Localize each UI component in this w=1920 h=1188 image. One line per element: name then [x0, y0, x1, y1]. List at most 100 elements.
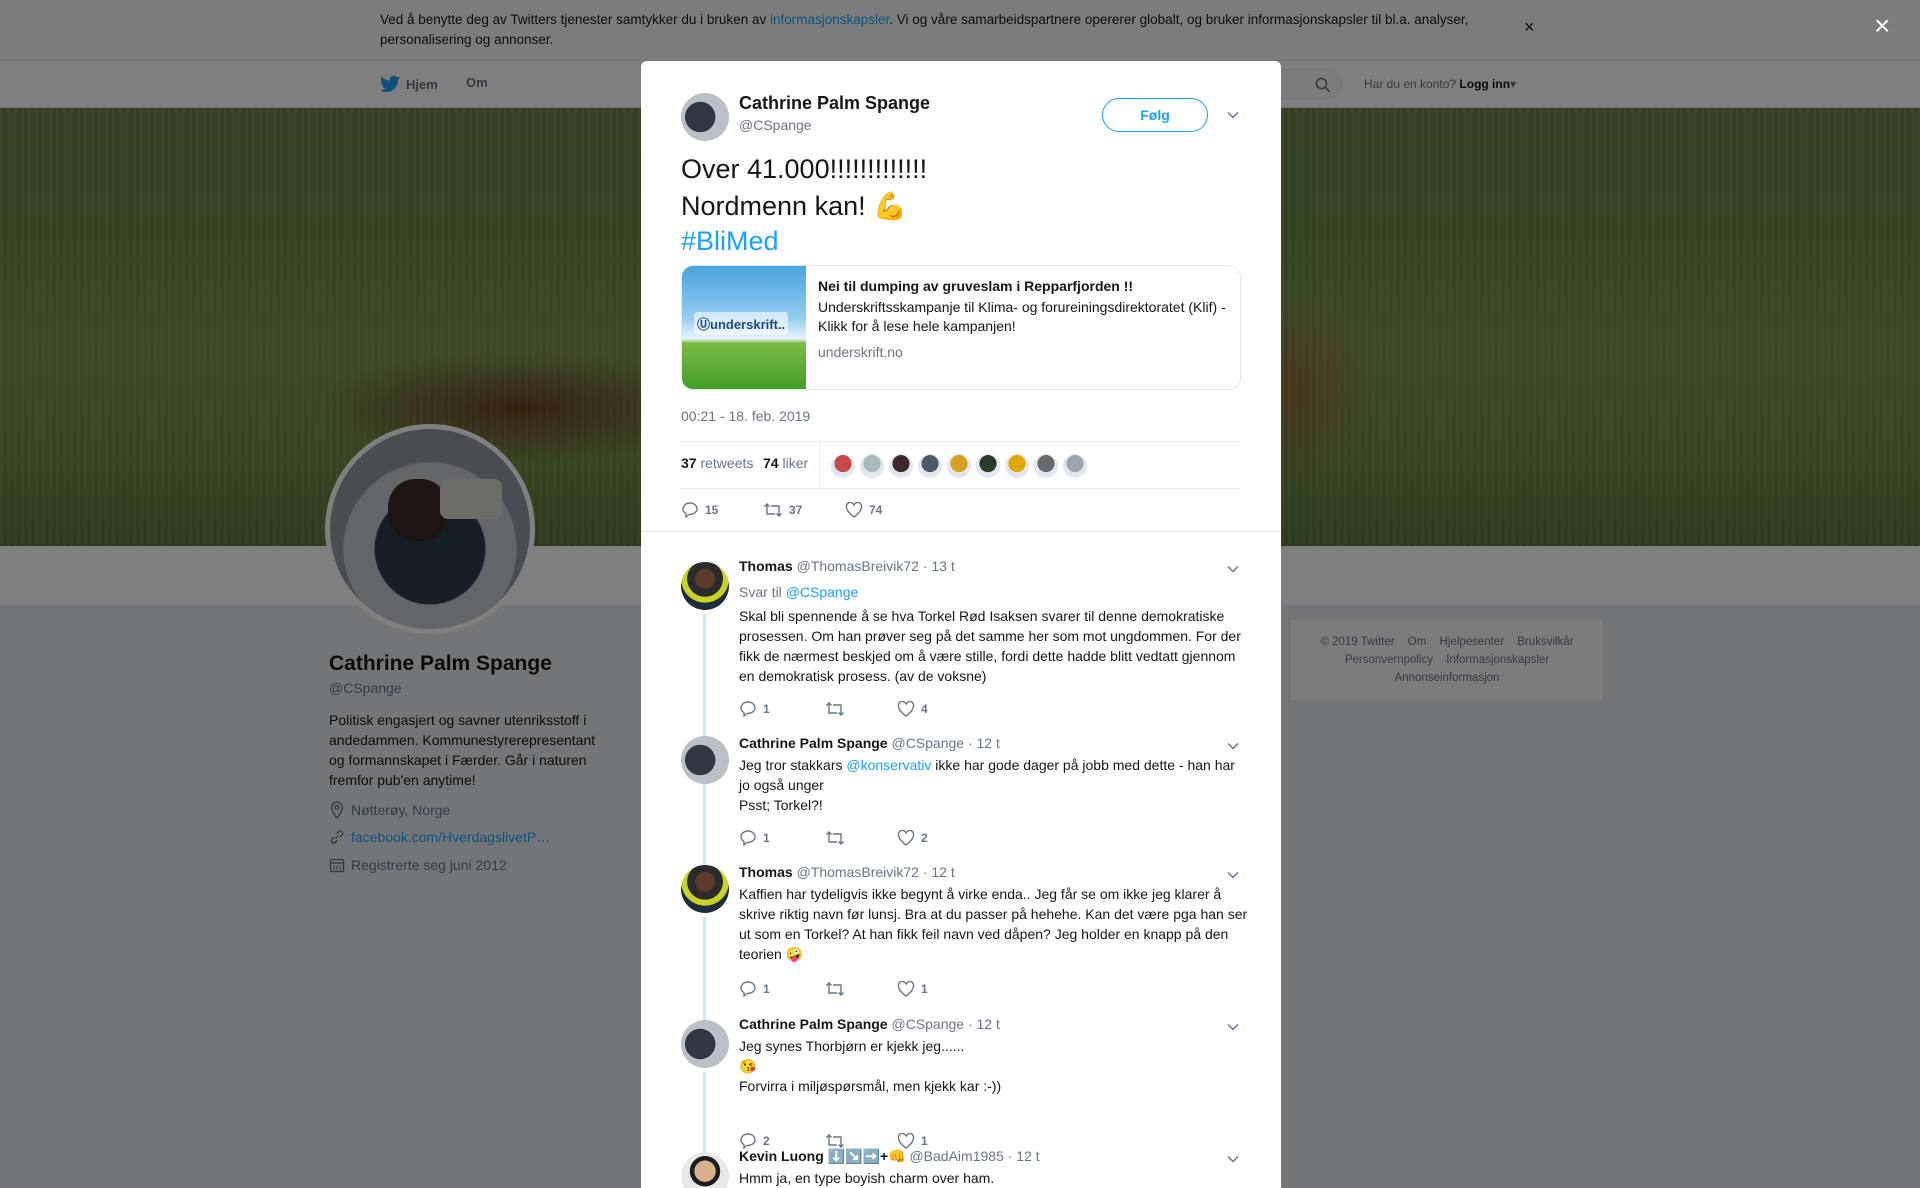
reply-avatar[interactable]: [681, 562, 729, 610]
reply-author-name[interactable]: Thomas: [739, 864, 793, 880]
liker-avatar[interactable]: [831, 454, 855, 478]
liker-avatar[interactable]: [918, 454, 942, 478]
liker-avatar[interactable]: [1034, 454, 1058, 478]
reply-author-name[interactable]: Kevin Luong ⬇️↘️➡️+👊: [739, 1148, 906, 1164]
chevron-down-icon[interactable]: [1226, 1152, 1240, 1166]
reply-icon: [740, 830, 756, 847]
heart-icon: [897, 701, 915, 717]
mention-link[interactable]: @CSpange: [786, 584, 859, 600]
reply-count: 15: [705, 503, 719, 517]
chevron-down-icon[interactable]: [1226, 1020, 1240, 1034]
thread-line: [703, 788, 706, 866]
reply-text: Jeg synes Thorbjørn er kjekk jeg...... 😘…: [739, 1036, 1249, 1096]
reply-time[interactable]: · 12 t: [1008, 1148, 1040, 1164]
reply-avatar[interactable]: [681, 736, 729, 784]
liker-avatar[interactable]: [1063, 454, 1087, 478]
like-count: 2: [921, 831, 928, 845]
reply-text: Hmm ja, en type boyish charm over ham.: [739, 1170, 995, 1186]
reply-text-before: Jeg tror stakkars: [739, 757, 847, 773]
chevron-down-icon[interactable]: [1226, 108, 1240, 122]
reply-header: Cathrine Palm Spange @CSpange · 12 t: [739, 735, 1000, 751]
reply-avatar[interactable]: [681, 865, 729, 913]
chevron-down-icon[interactable]: [1226, 739, 1240, 753]
heart-icon: [897, 1133, 915, 1149]
tweet-author-avatar[interactable]: [681, 93, 729, 141]
like-action[interactable]: 74: [845, 502, 882, 518]
reply-text: Skal bli spennende å se hva Torkel Rød I…: [739, 608, 1241, 684]
reply-count: 1: [763, 702, 770, 716]
retweet-action[interactable]: [825, 981, 897, 997]
retweet-icon: [826, 982, 844, 996]
reply-text-line-1: Jeg synes Thorbjørn er kjekk jeg......: [739, 1038, 965, 1054]
reply-author-handle[interactable]: @ThomasBreivik72: [797, 864, 919, 880]
reply-to-line: Svar til @CSpange: [739, 582, 1249, 602]
reply-text-line-3: Forvirra i miljøspørsmål, men kjekk kar …: [739, 1078, 1002, 1094]
reply-to-label: Svar til: [739, 584, 786, 600]
tweet-author-handle[interactable]: @CSpange: [739, 117, 812, 133]
like-count: 4: [921, 702, 928, 716]
follow-button[interactable]: Følg: [1102, 98, 1208, 132]
retweet-action[interactable]: 37: [763, 502, 845, 518]
like-count: 1: [921, 982, 928, 996]
reply-header: Thomas @ThomasBreivik72 · 13 t: [739, 558, 955, 574]
reply-time[interactable]: · 12 t: [923, 864, 955, 880]
reply-time[interactable]: · 13 t: [923, 558, 955, 574]
tweet-timestamp[interactable]: 00:21 - 18. feb. 2019: [681, 408, 810, 424]
chevron-down-icon[interactable]: [1226, 868, 1240, 882]
liker-avatar[interactable]: [860, 454, 884, 478]
likes-count: 74: [763, 455, 779, 471]
reply-header: Kevin Luong ⬇️↘️➡️+👊 @BadAim1985 · 12 t: [739, 1148, 1040, 1165]
liker-avatar[interactable]: [1005, 454, 1029, 478]
close-icon[interactable]: ×: [1874, 10, 1890, 42]
reply-avatar[interactable]: [681, 1152, 729, 1188]
reply-avatar[interactable]: [681, 1020, 729, 1068]
reply-author-handle[interactable]: @CSpange: [891, 1016, 964, 1032]
retweet-action[interactable]: [825, 1133, 897, 1149]
retweets-label: retweets: [700, 455, 754, 471]
chevron-down-icon[interactable]: [1226, 562, 1240, 576]
like-count: 74: [869, 503, 883, 517]
retweet-icon: [826, 831, 844, 845]
like-action[interactable]: 1: [897, 981, 928, 997]
liker-avatar[interactable]: [976, 454, 1000, 478]
liker-avatar[interactable]: [889, 454, 913, 478]
reply-action[interactable]: 1: [739, 980, 825, 998]
thread-line: [703, 917, 706, 1023]
tweet-line-2: Nordmenn kan! 💪: [681, 191, 907, 221]
like-action[interactable]: 1: [897, 1133, 928, 1149]
tweet-modal: Cathrine Palm Spange @CSpange Følg Over …: [641, 61, 1281, 1188]
link-card[interactable]: Ⓤunderskrift.. Nei til dumping av gruves…: [681, 265, 1241, 390]
likes-stat[interactable]: 74 liker: [763, 455, 808, 471]
reply-icon: [682, 502, 698, 519]
reply-actions: 1 1: [739, 980, 928, 998]
mention-link[interactable]: @konservativ: [846, 757, 931, 773]
reply-count: 2: [763, 1134, 770, 1148]
reply-action[interactable]: 1: [739, 829, 825, 847]
reply-author-handle[interactable]: @BadAim1985: [909, 1148, 1003, 1164]
tweet-author-name[interactable]: Cathrine Palm Spange: [739, 93, 930, 114]
reply-text-line-2: Psst; Torkel?!: [739, 797, 823, 813]
reply-icon: [740, 981, 756, 998]
retweet-action[interactable]: [825, 701, 897, 717]
reply-action[interactable]: 1: [739, 700, 825, 718]
reply-author-handle[interactable]: @ThomasBreivik72: [797, 558, 919, 574]
retweet-action[interactable]: [825, 830, 897, 846]
reply-author-handle[interactable]: @CSpange: [891, 735, 964, 751]
like-action[interactable]: 4: [897, 701, 928, 717]
hashtag-link[interactable]: #BliMed: [681, 225, 927, 257]
retweets-stat[interactable]: 37 retweets: [681, 455, 753, 471]
reply-action[interactable]: 15: [681, 501, 763, 519]
liker-avatars: [831, 454, 1087, 478]
liker-avatar[interactable]: [947, 454, 971, 478]
reply-time[interactable]: · 12 t: [968, 735, 1000, 751]
retweet-count: 37: [789, 503, 803, 517]
card-domain: underskrift.no: [818, 344, 903, 360]
stats-divider: [819, 442, 820, 489]
reply-time[interactable]: · 12 t: [968, 1016, 1000, 1032]
reply-author-name[interactable]: Cathrine Palm Spange: [739, 1016, 888, 1032]
reply-author-name[interactable]: Cathrine Palm Spange: [739, 735, 888, 751]
reply-author-name[interactable]: Thomas: [739, 558, 793, 574]
replies-thread: Thomas @ThomasBreivik72 · 13 t Svar til …: [641, 531, 1281, 1188]
card-title: Nei til dumping av gruveslam i Repparfjo…: [818, 278, 1134, 294]
like-action[interactable]: 2: [897, 830, 928, 846]
